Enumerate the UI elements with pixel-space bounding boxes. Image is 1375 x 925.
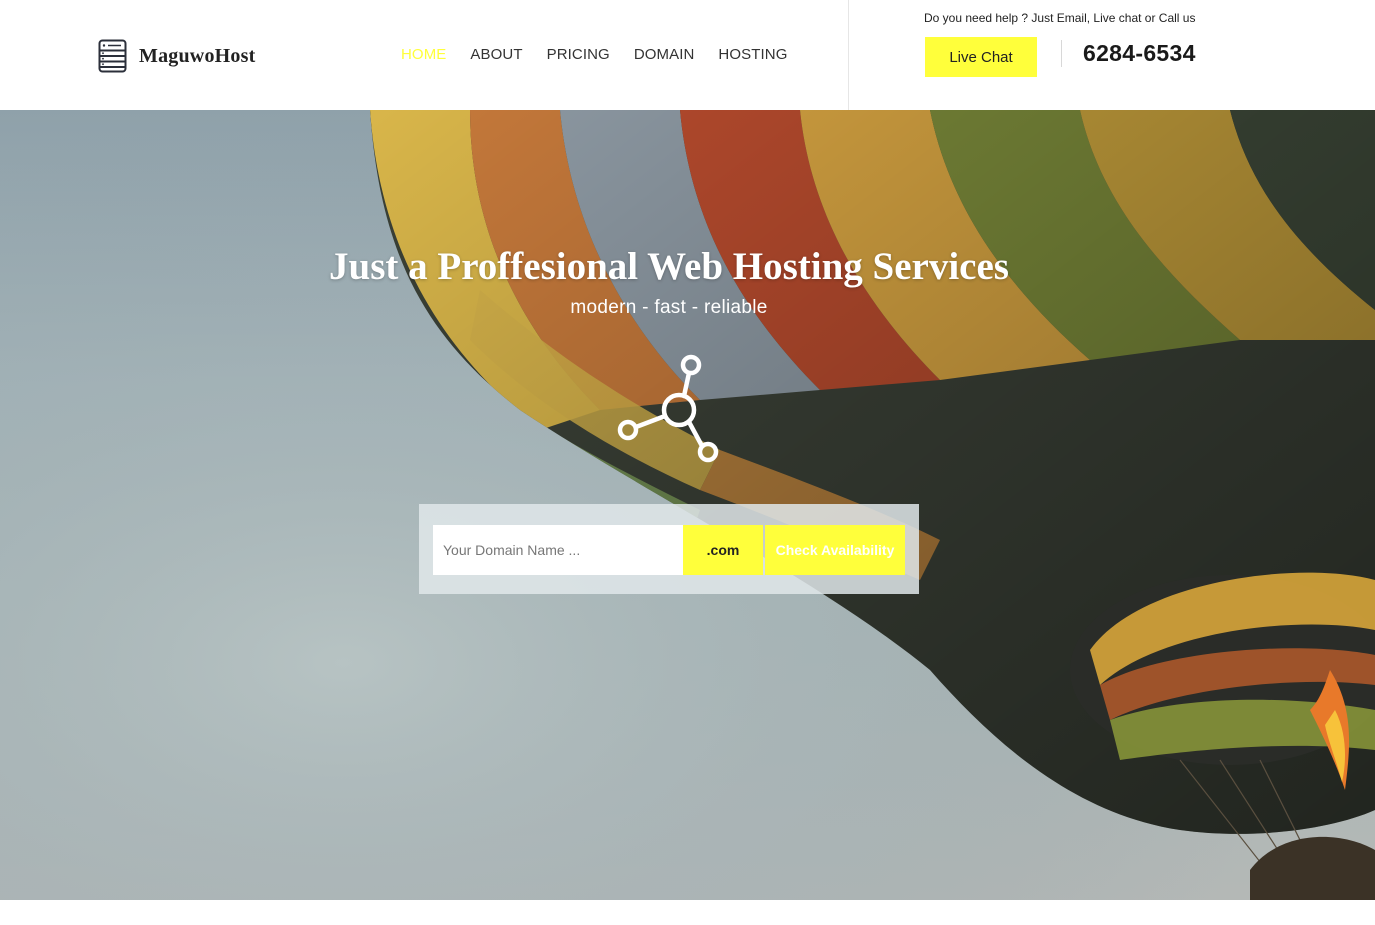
- tld-select-button[interactable]: .com: [683, 525, 763, 575]
- domain-search-panel: .com Check Availability: [419, 504, 919, 594]
- brand-logo[interactable]: MaguwoHost: [98, 39, 255, 73]
- nav-item-home[interactable]: HOME: [401, 46, 446, 63]
- hero-title: Just a Proffesional Web Hosting Services: [329, 245, 1009, 288]
- nav-item-pricing[interactable]: PRICING: [547, 46, 610, 63]
- page-bottom-strip: [0, 900, 1375, 925]
- network-nodes-icon: [617, 354, 719, 463]
- header-divider: [848, 0, 849, 110]
- phone-number[interactable]: 6284-6534: [1083, 40, 1196, 67]
- hero-section: Just a Proffesional Web Hosting Services…: [0, 110, 1375, 900]
- check-availability-button[interactable]: Check Availability: [765, 525, 905, 575]
- phone-divider: [1061, 40, 1062, 67]
- nav-item-about[interactable]: ABOUT: [470, 46, 522, 63]
- brand-name: MaguwoHost: [139, 44, 256, 67]
- server-icon: [98, 39, 127, 73]
- nav-item-domain[interactable]: DOMAIN: [634, 46, 695, 63]
- site-header: MaguwoHost HOME ABOUT PRICING DOMAIN HOS…: [0, 0, 1375, 110]
- hero-subtitle: modern - fast - reliable: [570, 297, 768, 318]
- live-chat-button[interactable]: Live Chat: [925, 37, 1037, 77]
- domain-search-input[interactable]: [433, 525, 683, 575]
- help-text: Do you need help ? Just Email, Live chat…: [924, 11, 1196, 25]
- main-nav: HOME ABOUT PRICING DOMAIN HOSTING: [401, 46, 787, 63]
- nav-item-hosting[interactable]: HOSTING: [718, 46, 787, 63]
